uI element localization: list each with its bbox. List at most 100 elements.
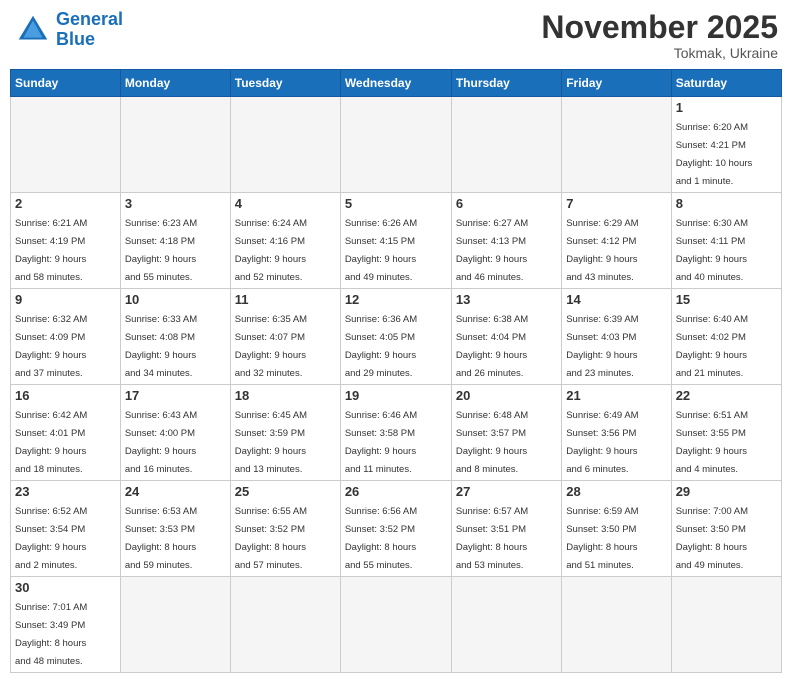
empty-cell [120,97,230,193]
header-saturday: Saturday [671,70,781,97]
day-info: Sunrise: 6:23 AM Sunset: 4:18 PM Dayligh… [125,218,197,283]
header-sunday: Sunday [11,70,121,97]
week-row-3: 9 Sunrise: 6:32 AM Sunset: 4:09 PM Dayli… [11,289,782,385]
day-info: Sunrise: 6:42 AM Sunset: 4:01 PM Dayligh… [15,410,87,475]
day-number: 2 [15,196,116,211]
day-info: Sunrise: 6:30 AM Sunset: 4:11 PM Dayligh… [676,218,748,283]
day-info: Sunrise: 6:26 AM Sunset: 4:15 PM Dayligh… [345,218,417,283]
day-1: 1 Sunrise: 6:20 AM Sunset: 4:21 PM Dayli… [671,97,781,193]
day-17: 17 Sunrise: 6:43 AM Sunset: 4:00 PM Dayl… [120,385,230,481]
day-info: Sunrise: 6:56 AM Sunset: 3:52 PM Dayligh… [345,506,417,571]
week-row-2: 2 Sunrise: 6:21 AM Sunset: 4:19 PM Dayli… [11,193,782,289]
empty-cell [562,577,671,673]
day-number: 6 [456,196,557,211]
day-info: Sunrise: 6:45 AM Sunset: 3:59 PM Dayligh… [235,410,307,475]
logo-blue: Blue [56,29,95,49]
day-info: Sunrise: 6:53 AM Sunset: 3:53 PM Dayligh… [125,506,197,571]
day-number: 30 [15,580,116,595]
empty-cell [340,577,451,673]
day-27: 27 Sunrise: 6:57 AM Sunset: 3:51 PM Dayl… [451,481,561,577]
day-number: 13 [456,292,557,307]
day-20: 20 Sunrise: 6:48 AM Sunset: 3:57 PM Dayl… [451,385,561,481]
day-number: 18 [235,388,336,403]
empty-cell [340,97,451,193]
day-number: 15 [676,292,777,307]
day-number: 3 [125,196,226,211]
day-6: 6 Sunrise: 6:27 AM Sunset: 4:13 PM Dayli… [451,193,561,289]
empty-cell [11,97,121,193]
day-16: 16 Sunrise: 6:42 AM Sunset: 4:01 PM Dayl… [11,385,121,481]
day-number: 22 [676,388,777,403]
header-friday: Friday [562,70,671,97]
day-info: Sunrise: 6:32 AM Sunset: 4:09 PM Dayligh… [15,314,87,379]
weekday-header-row: Sunday Monday Tuesday Wednesday Thursday… [11,70,782,97]
day-19: 19 Sunrise: 6:46 AM Sunset: 3:58 PM Dayl… [340,385,451,481]
header-tuesday: Tuesday [230,70,340,97]
day-number: 23 [15,484,116,499]
day-4: 4 Sunrise: 6:24 AM Sunset: 4:16 PM Dayli… [230,193,340,289]
day-number: 1 [676,100,777,115]
day-info: Sunrise: 6:52 AM Sunset: 3:54 PM Dayligh… [15,506,87,571]
day-info: Sunrise: 6:40 AM Sunset: 4:02 PM Dayligh… [676,314,748,379]
day-21: 21 Sunrise: 6:49 AM Sunset: 3:56 PM Dayl… [562,385,671,481]
day-info: Sunrise: 6:51 AM Sunset: 3:55 PM Dayligh… [676,410,748,475]
day-22: 22 Sunrise: 6:51 AM Sunset: 3:55 PM Dayl… [671,385,781,481]
day-number: 14 [566,292,666,307]
day-info: Sunrise: 6:59 AM Sunset: 3:50 PM Dayligh… [566,506,638,571]
day-info: Sunrise: 7:00 AM Sunset: 3:50 PM Dayligh… [676,506,748,571]
day-24: 24 Sunrise: 6:53 AM Sunset: 3:53 PM Dayl… [120,481,230,577]
logo-icon [14,11,52,49]
week-row-5: 23 Sunrise: 6:52 AM Sunset: 3:54 PM Dayl… [11,481,782,577]
empty-cell [451,577,561,673]
day-number: 27 [456,484,557,499]
week-row-4: 16 Sunrise: 6:42 AM Sunset: 4:01 PM Dayl… [11,385,782,481]
empty-cell [120,577,230,673]
empty-cell [671,577,781,673]
day-number: 8 [676,196,777,211]
day-number: 7 [566,196,666,211]
day-info: Sunrise: 6:33 AM Sunset: 4:08 PM Dayligh… [125,314,197,379]
empty-cell [562,97,671,193]
day-number: 16 [15,388,116,403]
week-row-1: 1 Sunrise: 6:20 AM Sunset: 4:21 PM Dayli… [11,97,782,193]
day-number: 20 [456,388,557,403]
day-25: 25 Sunrise: 6:55 AM Sunset: 3:52 PM Dayl… [230,481,340,577]
day-info: Sunrise: 6:35 AM Sunset: 4:07 PM Dayligh… [235,314,307,379]
day-12: 12 Sunrise: 6:36 AM Sunset: 4:05 PM Dayl… [340,289,451,385]
page-header: General Blue November 2025 Tokmak, Ukrai… [10,10,782,61]
week-row-6: 30 Sunrise: 7:01 AM Sunset: 3:49 PM Dayl… [11,577,782,673]
empty-cell [230,97,340,193]
location-subtitle: Tokmak, Ukraine [541,45,778,61]
day-info: Sunrise: 6:57 AM Sunset: 3:51 PM Dayligh… [456,506,528,571]
day-info: Sunrise: 6:43 AM Sunset: 4:00 PM Dayligh… [125,410,197,475]
month-title: November 2025 [541,10,778,45]
day-number: 25 [235,484,336,499]
day-28: 28 Sunrise: 6:59 AM Sunset: 3:50 PM Dayl… [562,481,671,577]
day-14: 14 Sunrise: 6:39 AM Sunset: 4:03 PM Dayl… [562,289,671,385]
day-info: Sunrise: 6:46 AM Sunset: 3:58 PM Dayligh… [345,410,417,475]
day-info: Sunrise: 6:29 AM Sunset: 4:12 PM Dayligh… [566,218,638,283]
day-number: 12 [345,292,447,307]
calendar-table: Sunday Monday Tuesday Wednesday Thursday… [10,69,782,673]
day-15: 15 Sunrise: 6:40 AM Sunset: 4:02 PM Dayl… [671,289,781,385]
day-number: 4 [235,196,336,211]
day-info: Sunrise: 6:48 AM Sunset: 3:57 PM Dayligh… [456,410,528,475]
day-18: 18 Sunrise: 6:45 AM Sunset: 3:59 PM Dayl… [230,385,340,481]
header-thursday: Thursday [451,70,561,97]
logo-text: General Blue [56,10,123,50]
day-number: 11 [235,292,336,307]
day-info: Sunrise: 6:55 AM Sunset: 3:52 PM Dayligh… [235,506,307,571]
day-5: 5 Sunrise: 6:26 AM Sunset: 4:15 PM Dayli… [340,193,451,289]
header-wednesday: Wednesday [340,70,451,97]
day-number: 26 [345,484,447,499]
day-info: Sunrise: 6:39 AM Sunset: 4:03 PM Dayligh… [566,314,638,379]
day-10: 10 Sunrise: 6:33 AM Sunset: 4:08 PM Dayl… [120,289,230,385]
day-number: 9 [15,292,116,307]
day-9: 9 Sunrise: 6:32 AM Sunset: 4:09 PM Dayli… [11,289,121,385]
day-3: 3 Sunrise: 6:23 AM Sunset: 4:18 PM Dayli… [120,193,230,289]
day-info: Sunrise: 6:21 AM Sunset: 4:19 PM Dayligh… [15,218,87,283]
day-2: 2 Sunrise: 6:21 AM Sunset: 4:19 PM Dayli… [11,193,121,289]
day-13: 13 Sunrise: 6:38 AM Sunset: 4:04 PM Dayl… [451,289,561,385]
day-11: 11 Sunrise: 6:35 AM Sunset: 4:07 PM Dayl… [230,289,340,385]
title-block: November 2025 Tokmak, Ukraine [541,10,778,61]
